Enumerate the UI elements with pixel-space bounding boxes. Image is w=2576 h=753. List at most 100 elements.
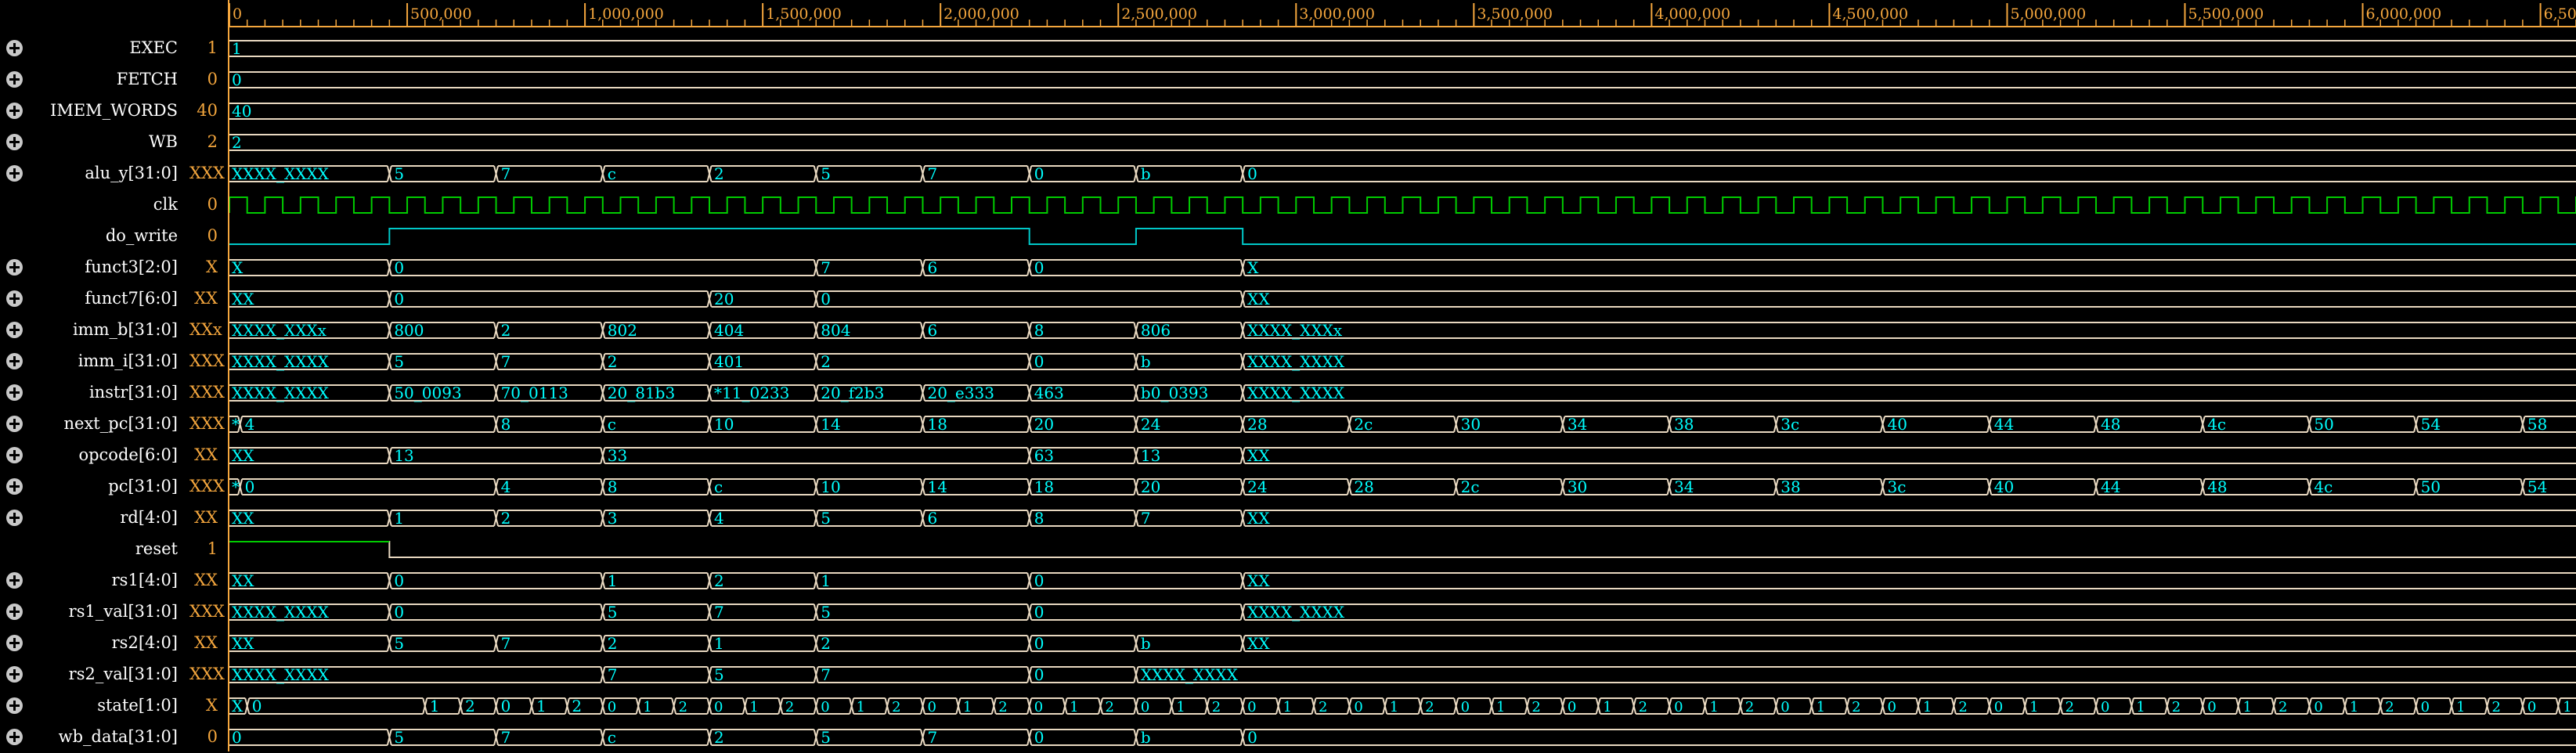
bus-value-segment[interactable] (498, 478, 601, 495)
waveform-wb-data[interactable]: 0 5 7 c 2 5 7 0 b 0 (229, 728, 2576, 747)
expand-plus-icon[interactable] (6, 290, 23, 307)
signal-row-alu-y[interactable]: alu_y[31:0] XXX (0, 158, 229, 189)
waveform-pane[interactable]: 0 500,000 1,000,000 1,500,000 2,000,000 2,500… (229, 0, 2576, 751)
bus-value-segment[interactable] (1244, 353, 2576, 370)
bus-value-segment[interactable] (817, 290, 1241, 308)
bus-value-segment[interactable] (604, 447, 1028, 464)
waveform-opcode[interactable]: XX 13 33 63 13 XX (229, 446, 2576, 465)
signal-row-rs2-val[interactable]: rs2_val[31:0] XXX (0, 659, 229, 690)
bus-value-segment[interactable] (1031, 353, 1135, 370)
expand-plus-icon[interactable] (6, 729, 23, 745)
waveform-rs2[interactable]: XX 5 7 2 1 2 0 b XX (229, 634, 2576, 653)
signal-row-rs1[interactable]: rs1[4:0] XX (0, 565, 229, 596)
bus-value-segment[interactable] (817, 165, 921, 182)
bus-value-segment[interactable] (391, 510, 495, 527)
bus-value-segment[interactable] (711, 635, 814, 652)
signal-row-rs2[interactable]: rs2[4:0] XX (0, 628, 229, 659)
signal-row-rd[interactable]: rd[4:0] XX (0, 503, 229, 534)
bus-value-segment[interactable] (498, 635, 601, 652)
expand-plus-icon[interactable] (6, 697, 23, 714)
bus-value-segment[interactable] (1031, 165, 1135, 182)
bus-value-segment[interactable] (604, 478, 708, 495)
signal-row-imem-words[interactable]: IMEM_WORDS 40 (0, 95, 229, 127)
bus-value-segment[interactable] (242, 478, 495, 495)
expand-plus-icon[interactable] (6, 666, 23, 683)
expand-plus-icon[interactable] (6, 478, 23, 495)
expand-plus-icon[interactable] (6, 635, 23, 651)
expand-plus-icon[interactable] (6, 40, 23, 56)
bus-value-segment[interactable] (817, 603, 1028, 621)
waveform-fetch[interactable]: 0 (229, 70, 2576, 89)
bus-value-segment[interactable] (604, 635, 708, 652)
bus-value-segment[interactable] (604, 729, 708, 746)
bus-value-segment[interactable] (391, 447, 601, 464)
bus-value-segment[interactable] (924, 259, 1028, 276)
bus-value-segment[interactable] (1138, 353, 1241, 370)
signal-row-imm-b[interactable]: imm_b[31:0] XXx (0, 315, 229, 346)
bus-value-segment[interactable] (1031, 510, 1135, 527)
waveform-next-pc[interactable]: * 4 8 c 10 14 18 20 24 28 2c 30 34 38 3c 40 44 48 4c 50 54 58 (229, 415, 2576, 434)
signal-row-rs1-val[interactable]: rs1_val[31:0] XXX (0, 596, 229, 628)
signal-row-funct3[interactable]: funct3[2:0] X (0, 252, 229, 283)
bus-value-segment[interactable] (229, 40, 2576, 57)
bus-value-segment[interactable] (391, 635, 495, 652)
signal-row-exec[interactable]: EXEC 1 (0, 33, 229, 64)
waveform-funct7[interactable]: XX 0 20 0 XX (229, 290, 2576, 308)
bus-value-segment[interactable] (498, 353, 601, 370)
bus-value-segment[interactable] (498, 729, 601, 746)
bus-value-segment[interactable] (1138, 510, 1241, 527)
bus-value-segment[interactable] (1244, 165, 2576, 182)
bus-value-segment[interactable] (711, 666, 814, 683)
bus-value-segment[interactable] (924, 322, 1028, 339)
expand-plus-icon[interactable] (6, 71, 23, 88)
signal-row-do-write[interactable]: do_write 0 (0, 221, 229, 252)
waveform-rs1[interactable]: XX 0 1 2 1 0 XX (229, 571, 2576, 590)
bus-value-segment[interactable] (229, 729, 388, 746)
waveform-clk[interactable] (229, 196, 2576, 214)
bus-value-segment[interactable] (1244, 729, 2576, 746)
bus-value-segment[interactable] (391, 165, 495, 182)
bus-value-segment[interactable] (1244, 603, 2576, 621)
bus-value-segment[interactable] (1244, 322, 2576, 339)
bus-value-segment[interactable] (817, 259, 921, 276)
signal-row-funct7[interactable]: funct7[6:0] XX (0, 283, 229, 315)
bus-value-segment[interactable] (242, 416, 495, 433)
waveform-instr[interactable]: XXXX_XXXX 50_0093 70_0113 20_81b3 *11_0233 20… (229, 384, 2576, 402)
expand-plus-icon[interactable] (6, 322, 23, 338)
bus-value-segment[interactable] (1244, 384, 2576, 402)
bus-value-segment[interactable] (1138, 165, 1241, 182)
bus-value-segment[interactable] (498, 416, 601, 433)
waveform-pc[interactable]: * 0 4 8 c 10 14 18 20 24 28 2c 30 34 38 3c 40 44 48 4c 50 54 (229, 477, 2576, 496)
waveform-rs1-val[interactable]: XXXX_XXXX 0 5 7 5 0 XXXX_XXXX (229, 603, 2576, 621)
bus-value-segment[interactable] (817, 635, 1028, 652)
waveform-funct3[interactable]: X 0 7 6 0 X (229, 258, 2576, 277)
bus-value-segment[interactable] (391, 259, 814, 276)
bus-value-segment[interactable] (1138, 666, 2576, 683)
waveform-imm-b[interactable]: XXXX_XXXx 800 2 802 404 804 6 8 806 XXXX_XXXx (229, 321, 2576, 340)
signal-row-state[interactable]: state[1:0] X (0, 690, 229, 722)
bus-value-segment[interactable] (229, 134, 2576, 151)
bus-value-segment[interactable] (711, 729, 814, 746)
bus-value-segment[interactable] (1244, 259, 2576, 276)
bus-value-segment[interactable] (711, 603, 814, 621)
bus-value-segment[interactable] (711, 165, 814, 182)
signal-row-next-pc[interactable]: next_pc[31:0] XXX (0, 409, 229, 440)
bus-value-segment[interactable] (604, 603, 708, 621)
bus-value-segment[interactable] (498, 165, 601, 182)
bus-value-segment[interactable] (1244, 635, 2576, 652)
bus-value-segment[interactable] (817, 729, 921, 746)
waveform-wb[interactable]: 2 (229, 133, 2576, 152)
bus-value-segment[interactable] (1244, 290, 2576, 308)
signal-row-fetch[interactable]: FETCH 0 (0, 64, 229, 95)
bus-value-segment[interactable] (1031, 666, 1135, 683)
expand-plus-icon[interactable] (6, 510, 23, 526)
bus-value-segment[interactable] (1031, 259, 1241, 276)
signal-row-imm-i[interactable]: imm_i[31:0] XXX (0, 346, 229, 377)
bus-value-segment[interactable] (924, 165, 1028, 182)
waveform-reset[interactable] (229, 541, 2576, 558)
bus-value-segment[interactable] (229, 259, 388, 276)
bus-value-segment[interactable] (1244, 510, 2576, 527)
bus-value-segment[interactable] (1031, 322, 1135, 339)
waveform-state[interactable]: X012012012012012012012012012012012012012… (229, 697, 2576, 715)
bus-value-segment[interactable] (711, 572, 814, 589)
